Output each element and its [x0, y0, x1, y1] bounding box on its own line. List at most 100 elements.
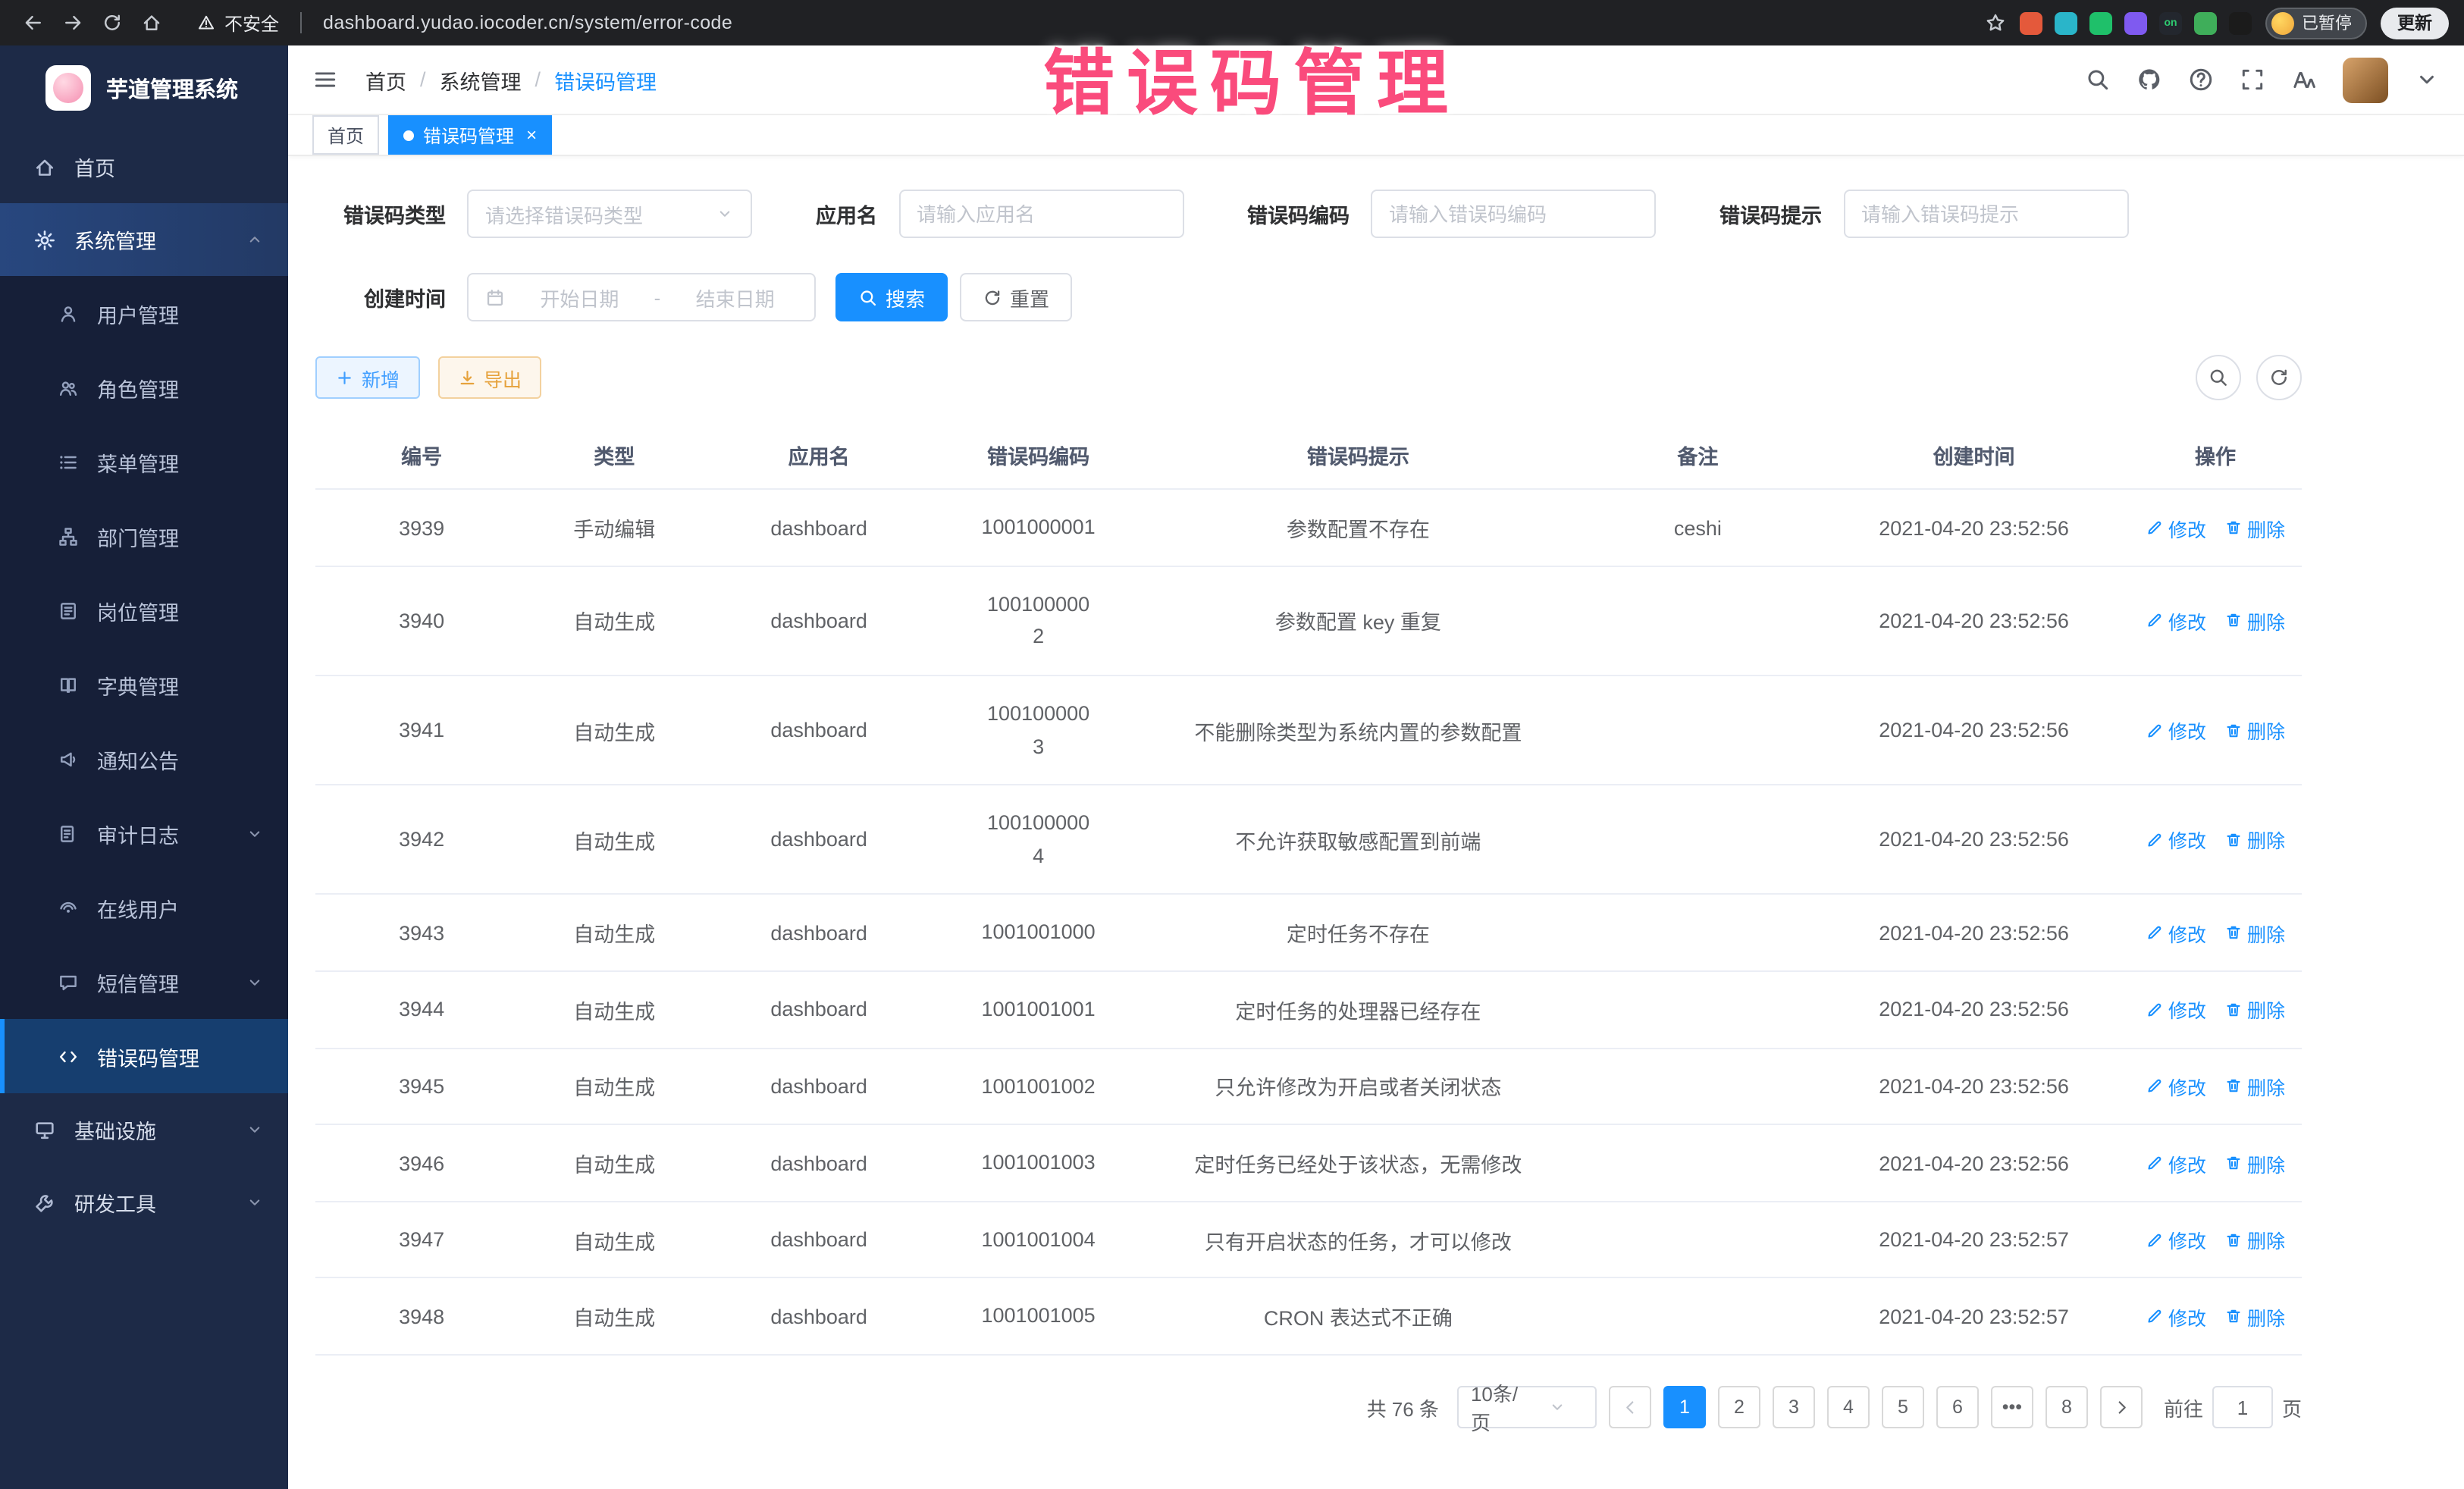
edit-label: 修改 — [2168, 607, 2206, 635]
edit-button[interactable]: 修改 — [2146, 716, 2206, 744]
page-button[interactable]: 2 — [1718, 1386, 1760, 1428]
sidebar-item-audit[interactable]: 审计日志 — [0, 796, 288, 870]
security-label[interactable]: 不安全 — [224, 10, 279, 36]
edit-button[interactable]: 修改 — [2146, 826, 2206, 854]
extension-on-badge[interactable]: on — [2159, 11, 2182, 34]
toggle-search-button[interactable] — [2196, 356, 2241, 401]
cell-actions: 修改删除 — [2129, 1048, 2302, 1124]
bookmark-star-icon[interactable] — [1985, 12, 2006, 33]
fullscreen-icon[interactable] — [2240, 67, 2265, 92]
delete-button[interactable]: 删除 — [2224, 1149, 2285, 1177]
delete-button[interactable]: 删除 — [2224, 513, 2285, 542]
extension-leaf[interactable] — [2194, 11, 2217, 34]
sidebar-item-dict[interactable]: 字典管理 — [0, 647, 288, 722]
sidebar-item-role[interactable]: 角色管理 — [0, 350, 288, 425]
edit-button[interactable]: 修改 — [2146, 1149, 2206, 1177]
user-avatar[interactable] — [2343, 57, 2388, 102]
browser-update-button[interactable]: 更新 — [2381, 7, 2449, 39]
sidebar-item-user[interactable]: 用户管理 — [0, 276, 288, 350]
sidebar-item-errorcode[interactable]: 错误码管理 — [0, 1019, 288, 1093]
tab-close-icon[interactable]: × — [526, 125, 537, 146]
next-page-button[interactable] — [2100, 1386, 2143, 1428]
github-icon[interactable] — [2136, 67, 2162, 92]
search-icon[interactable] — [2085, 67, 2111, 92]
delete-button[interactable]: 删除 — [2224, 1302, 2285, 1331]
browser-home-icon[interactable] — [133, 5, 170, 41]
profile-paused-badge[interactable]: 已暂停 — [2265, 7, 2367, 39]
export-button[interactable]: 导出 — [437, 357, 541, 400]
breadcrumb-item[interactable]: 系统管理 — [440, 64, 522, 95]
page-button[interactable]: 1 — [1663, 1386, 1706, 1428]
font-size-icon[interactable] — [2291, 67, 2317, 92]
chevron-down-icon — [246, 1193, 264, 1212]
date-range-picker[interactable]: 开始日期 - 结束日期 — [467, 274, 816, 322]
edit-button[interactable]: 修改 — [2146, 1225, 2206, 1254]
security-warning-icon[interactable] — [197, 14, 215, 32]
edit-button[interactable]: 修改 — [2146, 513, 2206, 542]
column-header: 错误码编码 — [937, 422, 1140, 490]
delete-button[interactable]: 删除 — [2224, 1225, 2285, 1254]
goto-page-input[interactable] — [2212, 1386, 2273, 1428]
sidebar-item-online[interactable]: 在线用户 — [0, 870, 288, 945]
sidebar-collapse-icon[interactable] — [312, 67, 338, 92]
edit-button[interactable]: 修改 — [2146, 1072, 2206, 1101]
search-button[interactable]: 搜索 — [835, 274, 948, 322]
sidebar-item-system[interactable]: 系统管理 — [0, 203, 288, 276]
breadcrumb-item[interactable]: 首页 — [365, 64, 406, 95]
page-size-select[interactable]: 10条/页 — [1457, 1386, 1597, 1428]
extension-grid[interactable] — [2124, 11, 2147, 34]
sidebar-item-label: 菜单管理 — [97, 447, 179, 477]
cell-id: 3940 — [315, 566, 528, 676]
error-hint-input[interactable] — [1861, 203, 2110, 226]
extension-pin[interactable] — [2229, 11, 2252, 34]
avatar-caret-icon[interactable] — [2414, 67, 2440, 92]
column-header: 类型 — [528, 422, 701, 490]
add-button[interactable]: 新增 — [315, 357, 419, 400]
error-type-select[interactable]: 请选择错误码类型 — [467, 190, 752, 239]
edit-button[interactable]: 修改 — [2146, 607, 2206, 635]
sidebar-item-notice[interactable]: 通知公告 — [0, 722, 288, 796]
tab-active[interactable]: 错误码管理× — [388, 116, 552, 155]
browser-back-icon[interactable] — [15, 5, 52, 41]
edit-label: 修改 — [2168, 1149, 2206, 1177]
extension-teal[interactable] — [2055, 11, 2077, 34]
page-button[interactable]: 5 — [1882, 1386, 1924, 1428]
sidebar-item-infra[interactable]: 基础设施 — [0, 1093, 288, 1166]
sidebar-item-home[interactable]: 首页 — [0, 130, 288, 203]
delete-button[interactable]: 删除 — [2224, 995, 2285, 1024]
reset-button[interactable]: 重置 — [960, 274, 1072, 322]
page-ellipsis[interactable]: ••• — [1991, 1386, 2033, 1428]
help-icon[interactable] — [2188, 67, 2214, 92]
browser-forward-icon[interactable] — [55, 5, 91, 41]
tab-item[interactable]: 首页 — [312, 116, 379, 155]
app-name-input[interactable] — [917, 203, 1165, 226]
edit-label: 修改 — [2168, 716, 2206, 744]
page-button[interactable]: 4 — [1827, 1386, 1870, 1428]
extension-green-check[interactable] — [2089, 11, 2112, 34]
sidebar-item-menu[interactable]: 菜单管理 — [0, 425, 288, 499]
delete-button[interactable]: 删除 — [2224, 1072, 2285, 1101]
refresh-table-button[interactable] — [2256, 356, 2302, 401]
table-toolbar: 新增 导出 — [315, 356, 2302, 401]
page-button[interactable]: 8 — [2045, 1386, 2088, 1428]
browser-reload-icon[interactable] — [94, 5, 130, 41]
extension-red[interactable] — [2020, 11, 2042, 34]
delete-button[interactable]: 删除 — [2224, 918, 2285, 947]
url-text[interactable]: dashboard.yudao.iocoder.cn/system/error-… — [323, 12, 732, 33]
prev-page-button[interactable] — [1609, 1386, 1651, 1428]
app-logo[interactable]: 芋道管理系统 — [0, 45, 288, 130]
edit-button[interactable]: 修改 — [2146, 995, 2206, 1024]
sidebar-item-post[interactable]: 岗位管理 — [0, 573, 288, 647]
error-code-input[interactable] — [1389, 203, 1638, 226]
sidebar-item-devtools[interactable]: 研发工具 — [0, 1166, 288, 1239]
sidebar-item-sms[interactable]: 短信管理 — [0, 945, 288, 1019]
delete-button[interactable]: 删除 — [2224, 826, 2285, 854]
page-button[interactable]: 3 — [1773, 1386, 1815, 1428]
edit-button[interactable]: 修改 — [2146, 1302, 2206, 1331]
edit-button[interactable]: 修改 — [2146, 918, 2206, 947]
sidebar-item-dept[interactable]: 部门管理 — [0, 499, 288, 573]
delete-button[interactable]: 删除 — [2224, 716, 2285, 744]
org-icon — [58, 525, 79, 547]
page-button[interactable]: 6 — [1936, 1386, 1979, 1428]
delete-button[interactable]: 删除 — [2224, 607, 2285, 635]
